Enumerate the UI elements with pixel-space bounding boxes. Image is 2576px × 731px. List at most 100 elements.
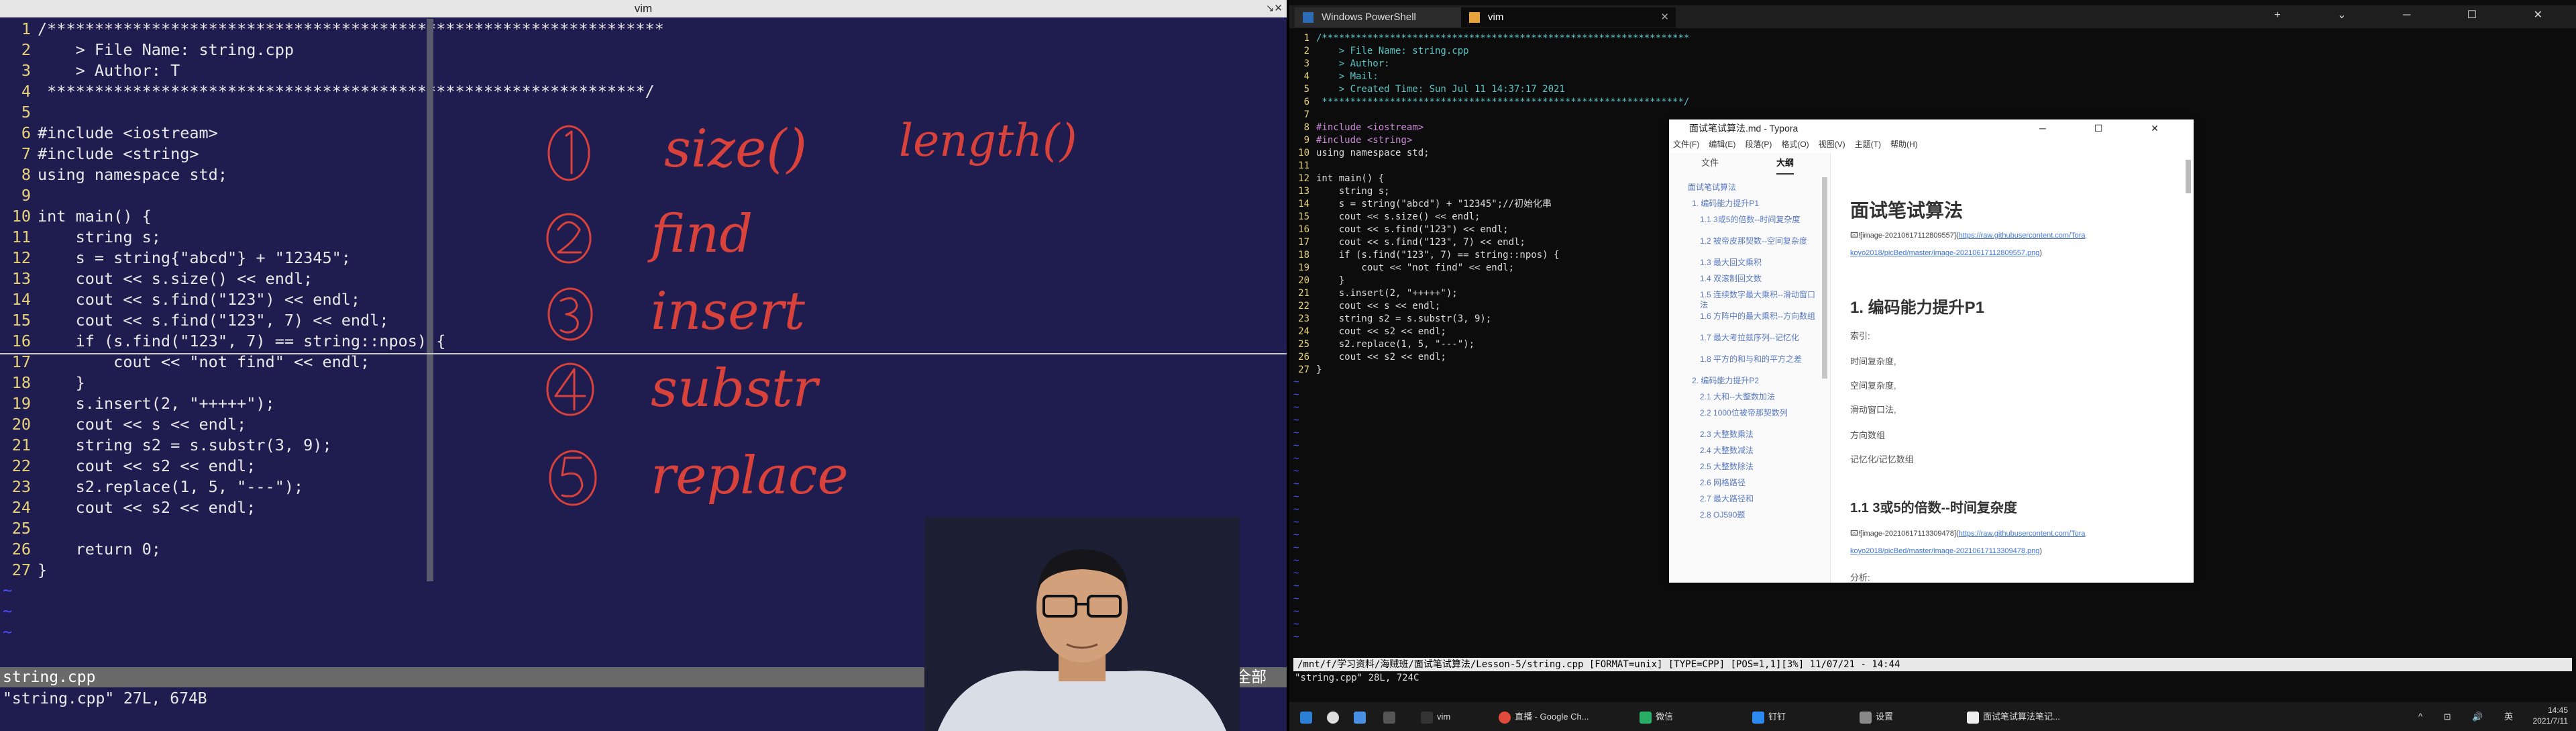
tab-vim[interactable]: vim ✕ [1461, 7, 1676, 28]
left-window-controls[interactable]: ↘✕ [1266, 0, 1283, 17]
line-number: 20 [11, 415, 31, 434]
line-text: cout << s.find("123", 7) << endl; [38, 311, 389, 330]
outline-item[interactable]: 2.8 OJ590题 [1700, 510, 1820, 520]
line-number: 9 [21, 186, 31, 205]
outline-item[interactable]: 2.4 大整数减法 [1700, 446, 1820, 456]
annot-find: find [647, 204, 753, 264]
system-tray[interactable]: ^ ⊡ 🔊 英 [2418, 702, 2522, 731]
tab-outline[interactable]: 大纲 [1776, 153, 1794, 175]
tab-files[interactable]: 文件 [1701, 153, 1719, 173]
line-text: s.insert(2, "+++++"); [38, 394, 275, 413]
line-number: 15 [11, 311, 31, 330]
menu-item[interactable]: 帮助(H) [1890, 140, 1918, 149]
outline-item[interactable]: 1.5 连续数字最大乘积--滑动窗口法 [1700, 290, 1820, 310]
line-text: s.insert(2, "+++++"); [1316, 288, 1458, 299]
line-number: 20 [1298, 275, 1309, 286]
taskbar-clock[interactable]: 14:45 2021/7/11 [2533, 705, 2569, 726]
line-number: 16 [1298, 224, 1309, 235]
task-view-button[interactable] [1354, 702, 1370, 731]
empty-line-marker: ~ [1293, 479, 1299, 489]
outline-item[interactable]: 2.3 大整数乘法 [1700, 430, 1820, 440]
outline-item[interactable]: 2.1 大和--大整数加法 [1700, 392, 1820, 402]
code-line[interactable]: 1 /**************************************… [0, 19, 1287, 40]
windows-taskbar: vim 直播 - Google Ch... 微信 钉钉 设置 面试笔试算法笔记.… [1289, 702, 2576, 731]
empty-line-marker: ~ [3, 581, 13, 599]
sidebar-scrollbar[interactable] [1822, 177, 1827, 379]
line-number: 10 [1298, 148, 1309, 158]
empty-line-marker: ~ [1293, 415, 1299, 426]
empty-line-marker: ~ [1293, 428, 1299, 438]
code-line[interactable]: 4 **************************************… [0, 81, 1287, 102]
search-button[interactable] [1327, 702, 1343, 731]
line-text: /***************************************… [38, 19, 664, 38]
tab-windows-powershell[interactable]: Windows PowerShell ✕ [1295, 7, 1483, 28]
right-status-line: /mnt/f/学习资料/海贼班/面试笔试算法/Lesson-5/string.c… [1293, 658, 2572, 671]
line-number: 10 [11, 207, 31, 226]
taskbar-app-typora[interactable]: 面试笔试算法笔记... [1967, 702, 2060, 731]
outline-item[interactable]: 1.7 最大考拉兹序列--记忆化 [1700, 333, 1820, 343]
typora-window[interactable]: 面试笔试算法.md - Typora ─ ☐ ✕ 文件(F) 编辑(E) 段落(P)… [1669, 119, 2194, 583]
line-number: 11 [11, 228, 31, 246]
line-number: 2 [21, 40, 31, 59]
outline-item[interactable]: 1.3 最大回文乘积 [1700, 258, 1820, 268]
menu-item[interactable]: 主题(T) [1855, 140, 1881, 149]
taskbar-app-terminal[interactable] [1383, 702, 1399, 731]
line-text: cout << s.find("123") << endl; [1316, 224, 1509, 235]
menu-item[interactable]: 段落(P) [1745, 140, 1772, 149]
code-line[interactable]: 3 > Author: T [0, 60, 1287, 81]
terminal-window-controls[interactable]: + ⌄ ─ ☐ ✕ [2274, 8, 2569, 21]
line-number: 4 [21, 82, 31, 101]
outline-item[interactable]: 2.7 最大路径和 [1700, 494, 1820, 504]
annot-substr: substr [651, 358, 821, 419]
typora-document[interactable]: 面试笔试算法 🖾![image-20210617112809557](https… [1837, 153, 2186, 583]
handwritten-annotations: size() length() find insert substr repla… [546, 115, 1077, 506]
outline-item[interactable]: 1. 编码能力提升P1 [1692, 199, 1820, 209]
line-number: 6 [1303, 97, 1309, 107]
typora-window-controls[interactable]: ─ ☐ ✕ [2039, 119, 2182, 137]
menu-item[interactable]: 格式(O) [1781, 140, 1809, 149]
outline-item[interactable]: 2.5 大整数除法 [1700, 462, 1820, 472]
taskbar-app-vim[interactable]: vim [1421, 702, 1450, 731]
code-line[interactable]: 2 > File Name: string.cpp [0, 40, 1287, 60]
outline-item[interactable]: 2. 编码能力提升P2 [1692, 376, 1820, 386]
taskbar-app-chrome[interactable]: 直播 - Google Ch... [1499, 702, 1589, 731]
outline-item[interactable]: 1.2 被帝皮那契数--空间复杂度 [1700, 236, 1820, 246]
menu-item[interactable]: 文件(F) [1673, 140, 1699, 149]
menu-item[interactable]: 视图(V) [1819, 140, 1845, 149]
empty-line-marker: ~ [3, 622, 13, 641]
line-number: 23 [1298, 313, 1309, 324]
doc-heading-p1: 1. 编码能力提升P1 [1850, 299, 1985, 317]
empty-line-marker: ~ [1293, 466, 1299, 477]
outline-item[interactable]: 2.6 网格路径 [1700, 478, 1820, 488]
line-number: 18 [11, 373, 31, 392]
left-split-divider[interactable] [427, 19, 433, 581]
circle-4-icon [546, 362, 594, 416]
outline-item[interactable]: 1.4 双滚制回文数 [1700, 274, 1820, 284]
doc-image-link-2[interactable]: 🖾![image-20210617113309478](https://raw.… [1850, 525, 2165, 560]
close-icon[interactable]: ✕ [1660, 7, 1669, 28]
outline-item[interactable]: 1.6 方阵中的最大乘积--方向数组 [1700, 311, 1820, 322]
empty-line-marker: ~ [1293, 440, 1299, 451]
outline-item[interactable]: 面试笔试算法 [1688, 183, 1820, 193]
document-scrollbar[interactable] [2186, 160, 2191, 193]
line-number: 11 [1298, 160, 1309, 171]
outline-item[interactable]: 2.2 1000位被帝那契数列 [1700, 408, 1820, 418]
start-button[interactable] [1300, 702, 1316, 731]
line-number: 19 [1298, 262, 1309, 273]
taskbar-app-settings[interactable]: 设置 [1860, 702, 1893, 731]
webcam-overlay [924, 517, 1240, 731]
line-number: 16 [11, 332, 31, 350]
line-text: cout << s << endl; [38, 415, 247, 434]
taskbar-app-wechat[interactable]: 微信 [1640, 702, 1673, 731]
taskbar-app-dingtalk[interactable]: 钉钉 [1752, 702, 1786, 731]
outline-item[interactable]: 1.8 平方的和与和的平方之差 [1700, 354, 1820, 364]
line-text: > Created Time: Sun Jul 11 14:37:17 2021 [1316, 84, 1565, 95]
line-number: 22 [1298, 301, 1309, 311]
doc-image-link-1[interactable]: 🖾![image-20210617112809557](https://raw.… [1850, 227, 2165, 262]
empty-line-marker: ~ [1293, 517, 1299, 528]
outline-item[interactable]: 1.1 3或5的倍数--时间复杂度 [1700, 215, 1820, 225]
empty-line-marker: ~ [1293, 542, 1299, 553]
line-number: 17 [11, 352, 31, 371]
line-number: 25 [11, 519, 31, 538]
menu-item[interactable]: 编辑(E) [1709, 140, 1735, 149]
